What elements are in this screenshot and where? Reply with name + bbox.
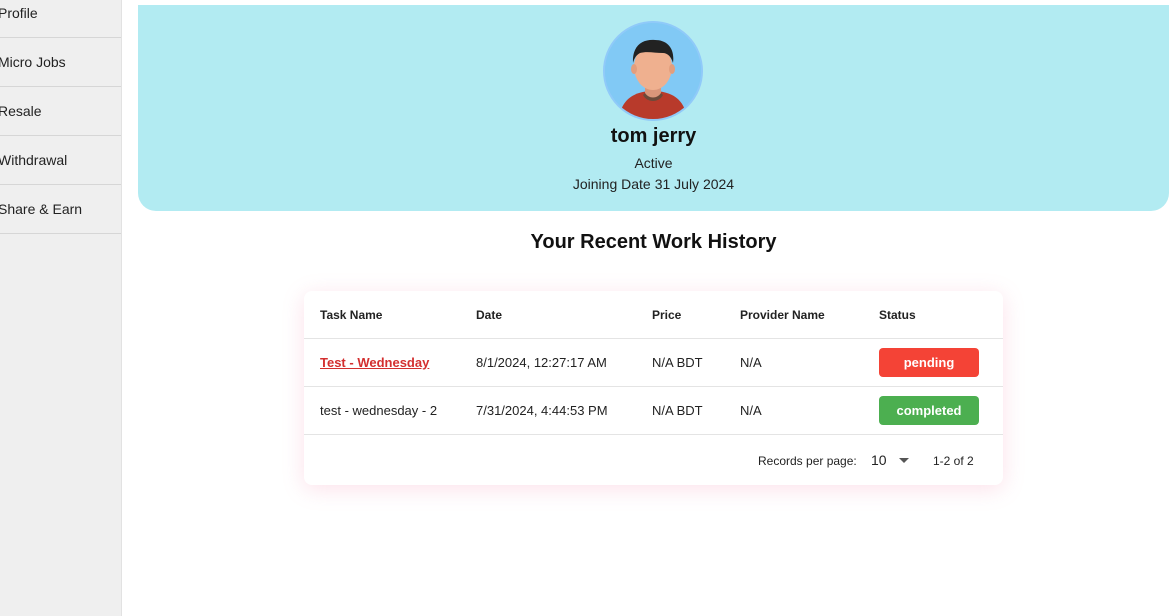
task-provider: N/A — [740, 355, 762, 370]
column-header-status: Status — [879, 307, 916, 322]
column-header-provider-name: Provider Name — [740, 307, 825, 322]
sidebar-item-label: Share & Earn — [0, 201, 83, 217]
sidebar-item-profile[interactable]: Profile — [0, 0, 121, 38]
task-date: 8/1/2024, 12:27:17 AM — [476, 355, 607, 370]
table-row: test - wednesday - 2 7/31/2024, 4:44:53 … — [304, 387, 1003, 435]
records-per-page-select[interactable]: 10 — [871, 449, 915, 471]
task-price: N/A BDT — [652, 355, 703, 370]
sidebar-item-label: Resale — [0, 103, 42, 119]
joining-date-value: 31 July 2024 — [654, 176, 735, 192]
user-name: tom jerry — [610, 125, 697, 147]
status-badge: completed — [879, 396, 979, 425]
status-badge: pending — [879, 348, 979, 377]
table-row: Test - Wednesday 8/1/2024, 12:27:17 AM N… — [304, 339, 1003, 387]
task-date: 7/31/2024, 4:44:53 PM — [476, 403, 608, 418]
pagination-range: 1-2 of 2 — [933, 454, 974, 468]
records-per-page-label: Records per page: — [758, 454, 857, 468]
records-per-page-value: 10 — [871, 452, 887, 468]
table-header-row: Task Name Date Price Provider Name Statu… — [304, 291, 1003, 339]
joining-date: Joining Date 31 July 2024 — [138, 176, 1169, 192]
chevron-down-icon — [898, 457, 909, 463]
column-header-task-name: Task Name — [320, 307, 383, 322]
task-name: test - wednesday - 2 — [320, 403, 438, 418]
task-price: N/A BDT — [652, 403, 703, 418]
section-title: Your Recent Work History — [530, 231, 777, 253]
column-header-price: Price — [652, 307, 682, 322]
avatar — [603, 21, 703, 121]
sidebar-item-share-earn[interactable]: Share & Earn — [0, 185, 121, 234]
joining-date-label: Joining Date — [572, 176, 651, 192]
table-pagination: Records per page: 10 1-2 of 2 — [304, 436, 1003, 485]
sidebar-item-micro-jobs[interactable]: Micro Jobs — [0, 38, 121, 87]
user-avatar-icon — [605, 23, 701, 119]
work-history-table: Task Name Date Price Provider Name Statu… — [304, 291, 1003, 485]
sidebar-item-label: Micro Jobs — [0, 54, 66, 70]
sidebar: Profile Micro Jobs Resale Withdrawal Sha… — [0, 0, 122, 616]
sidebar-item-label: Profile — [0, 5, 38, 21]
account-status: Active — [634, 155, 673, 171]
sidebar-item-withdrawal[interactable]: Withdrawal — [0, 136, 121, 185]
column-header-date: Date — [476, 307, 503, 322]
profile-card: tom jerry Active Joining Date 31 July 202… — [138, 5, 1169, 211]
sidebar-item-label: Withdrawal — [0, 152, 68, 168]
task-provider: N/A — [740, 403, 762, 418]
task-link[interactable]: Test - Wednesday — [320, 355, 429, 370]
sidebar-item-resale[interactable]: Resale — [0, 87, 121, 136]
